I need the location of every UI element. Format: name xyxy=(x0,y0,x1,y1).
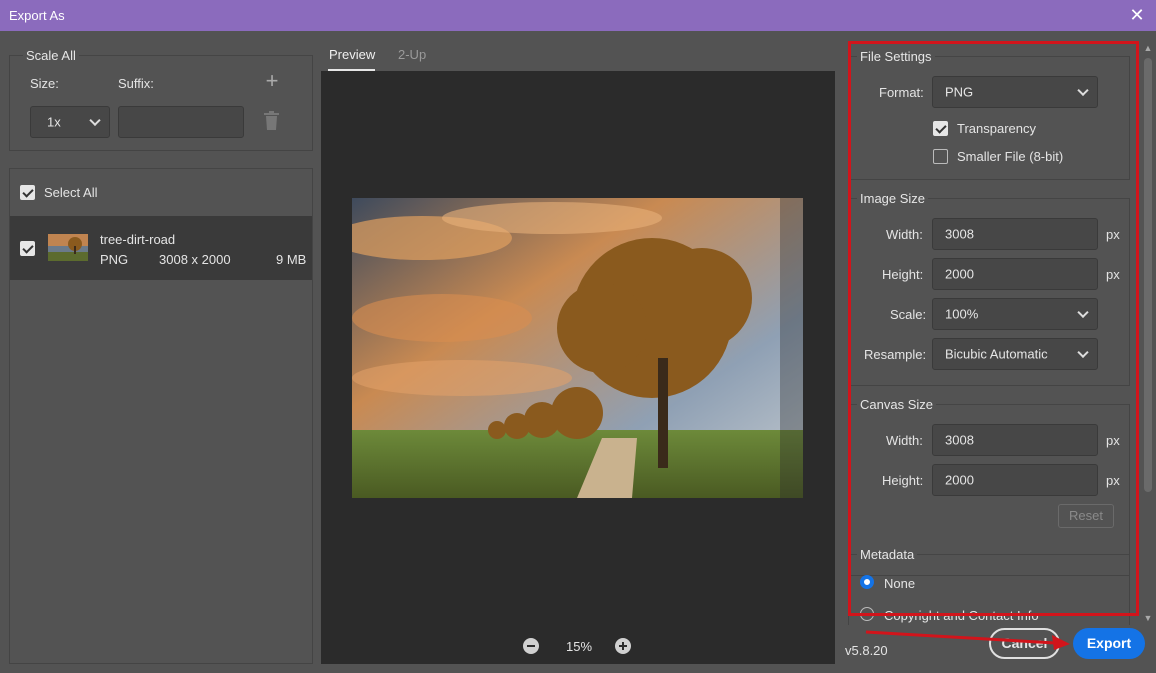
scroll-up-icon[interactable]: ▲ xyxy=(1143,43,1153,53)
format-label: Format: xyxy=(879,85,924,100)
resample-select[interactable]: Bicubic Automatic xyxy=(932,338,1098,370)
transparency-checkbox[interactable] xyxy=(933,121,948,136)
reset-button[interactable]: Reset xyxy=(1058,504,1114,528)
canvas-width-label: Width: xyxy=(886,433,923,448)
export-button[interactable]: Export xyxy=(1073,628,1145,659)
suffix-input[interactable] xyxy=(118,106,244,138)
canvas-height-unit: px xyxy=(1106,473,1120,488)
metadata-none-label: None xyxy=(884,576,916,591)
file-settings-title: File Settings xyxy=(857,49,935,64)
window-title: Export As xyxy=(9,8,65,23)
image-height-label: Height: xyxy=(882,267,924,282)
image-width-label: Width: xyxy=(886,227,923,242)
asset-dimensions: 3008 x 2000 xyxy=(159,252,231,267)
zoom-in-icon[interactable] xyxy=(615,638,631,654)
trash-icon[interactable] xyxy=(263,111,280,131)
annotation-arrow xyxy=(865,630,1070,650)
asset-format: PNG xyxy=(100,252,129,267)
canvas-size-title: Canvas Size xyxy=(857,397,936,412)
settings-panel: File Settings Format: PNG Transparency S… xyxy=(846,40,1144,625)
scale-select-value: 100% xyxy=(945,306,979,322)
canvas-width-input[interactable]: 3008 xyxy=(932,424,1098,456)
image-width-input[interactable]: 3008 xyxy=(932,218,1098,250)
scrollbar-thumb[interactable] xyxy=(1144,58,1152,492)
metadata-none-radio[interactable] xyxy=(860,575,874,589)
canvas-width-value: 3008 xyxy=(945,432,974,448)
tab-preview[interactable]: Preview xyxy=(329,47,375,62)
scale-all-title: Scale All xyxy=(23,48,79,63)
asset-checkbox[interactable] xyxy=(20,241,35,256)
scale-select[interactable]: 100% xyxy=(932,298,1098,330)
reset-button-label: Reset xyxy=(1069,508,1103,523)
tab-2up[interactable]: 2-Up xyxy=(398,47,426,62)
chevron-down-icon xyxy=(1077,306,1089,319)
size-label: Size: xyxy=(30,76,59,91)
select-all-checkbox[interactable] xyxy=(20,185,35,200)
canvas-width-unit: px xyxy=(1106,433,1120,448)
metadata-title: Metadata xyxy=(857,547,918,562)
select-all-label: Select All xyxy=(44,185,98,200)
zoom-level: 15% xyxy=(566,639,593,654)
resample-label: Resample: xyxy=(864,347,927,362)
export-button-label: Export xyxy=(1086,635,1132,651)
scroll-down-icon[interactable]: ▼ xyxy=(1143,613,1153,623)
format-select[interactable]: PNG xyxy=(932,76,1098,108)
close-icon[interactable]: ✕ xyxy=(1128,5,1146,25)
image-height-unit: px xyxy=(1106,267,1120,282)
image-size-title: Image Size xyxy=(857,191,929,206)
metadata-copyright-radio[interactable] xyxy=(860,607,874,621)
scale-label: Scale: xyxy=(890,307,927,322)
zoom-out-icon[interactable] xyxy=(523,638,539,654)
chevron-down-icon xyxy=(1077,346,1089,359)
size-select-value: 1x xyxy=(47,114,61,130)
format-select-value: PNG xyxy=(945,84,974,100)
metadata-copyright-label: Copyright and Contact Info xyxy=(884,608,1039,623)
asset-row[interactable]: tree-dirt-road PNG 3008 x 2000 9 MB xyxy=(10,216,312,280)
asset-thumbnail xyxy=(48,234,88,261)
image-height-value: 2000 xyxy=(945,266,974,282)
preview-image xyxy=(352,198,803,498)
add-scale-icon[interactable]: + xyxy=(262,70,282,92)
suffix-label: Suffix: xyxy=(118,76,154,91)
image-width-unit: px xyxy=(1106,227,1120,242)
asset-name: tree-dirt-road xyxy=(100,232,176,247)
transparency-label: Transparency xyxy=(957,121,1036,136)
title-bar: Export As ✕ xyxy=(0,0,1156,31)
preview-area[interactable] xyxy=(321,71,835,664)
image-height-input[interactable]: 2000 xyxy=(932,258,1098,290)
asset-size: 9 MB xyxy=(276,252,307,267)
size-select[interactable]: 1x xyxy=(30,106,110,138)
chevron-down-icon xyxy=(1077,84,1089,97)
chevron-down-icon xyxy=(89,114,101,127)
canvas-height-value: 2000 xyxy=(945,472,974,488)
smaller-file-checkbox[interactable] xyxy=(933,149,948,164)
resample-select-value: Bicubic Automatic xyxy=(945,346,1048,362)
smaller-file-label: Smaller File (8-bit) xyxy=(957,149,1064,164)
canvas-height-input[interactable]: 2000 xyxy=(932,464,1098,496)
canvas-height-label: Height: xyxy=(882,473,924,488)
image-width-value: 3008 xyxy=(945,226,974,242)
